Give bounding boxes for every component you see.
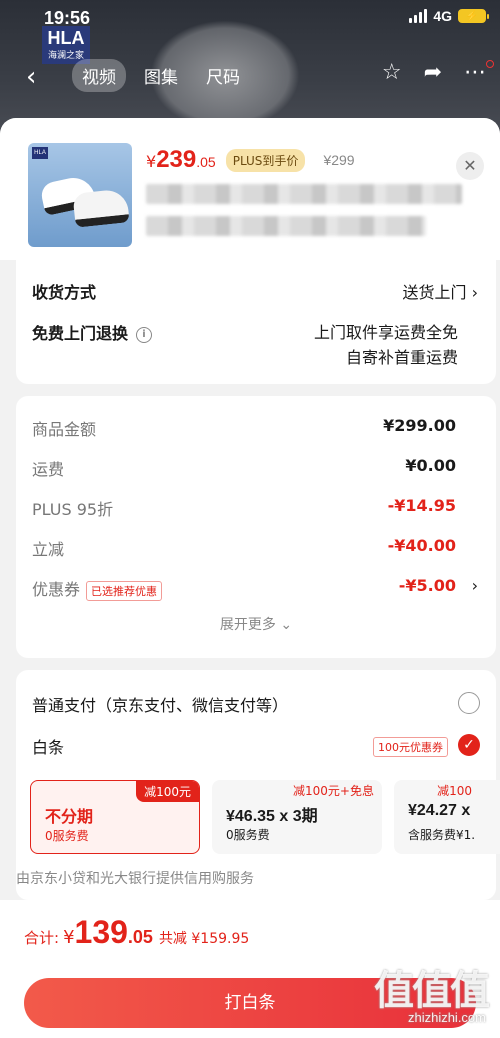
blurred-product-title-line2: [146, 216, 426, 236]
plan-main-text: ¥46.35 x 3期: [226, 808, 318, 825]
total-integer: 139: [74, 914, 128, 950]
blurred-product-title-line1: [146, 184, 462, 204]
shoe-image-right: [72, 188, 130, 228]
chevron-right-icon[interactable]: ›: [472, 576, 478, 595]
free-return-label: 免费上门退换 i: [32, 320, 153, 344]
price-detail-section: 商品金额 ¥299.00 运费 ¥0.00 PLUS 95折 -¥14.95 立…: [16, 396, 496, 658]
coupon-row-value[interactable]: -¥5.00: [399, 576, 456, 595]
coupon-recommended-tag: 已选推荐优惠: [86, 580, 163, 601]
normal-payment-label[interactable]: 普通支付（京东支付、微信支付等）: [32, 692, 288, 716]
media-tabs: 视频 图集 尺码: [68, 58, 260, 92]
status-indicators: 4G ⚡: [409, 8, 489, 24]
plan-main-text: 不分期: [45, 809, 94, 826]
plan-fee-text: 含服务费¥1.: [408, 828, 476, 842]
watermark-logo: 值值值: [374, 968, 490, 1014]
price-row-value: -¥14.95: [387, 496, 456, 515]
plan-fee-text: 0服务费: [226, 828, 270, 842]
plan-discount-badge: 减100元+免息: [293, 784, 374, 798]
expand-more-label: 展开更多: [219, 617, 276, 633]
normal-payment-radio[interactable]: [458, 692, 480, 714]
status-bar: 19:56 4G ⚡: [0, 0, 500, 40]
price-row-label: 运费: [32, 460, 65, 479]
order-total: 合计: ¥ 139 .05 共减 ¥159.95: [24, 914, 249, 951]
credit-provider-note: 由京东小贷和光大银行提供信用购服务: [16, 871, 254, 887]
signal-icon: [409, 9, 428, 23]
tab-size[interactable]: 尺码: [196, 59, 250, 92]
price-row-value: ¥299.00: [383, 416, 456, 435]
plan-fee-text: 0服务费: [45, 829, 89, 843]
price-row-label: 立减: [32, 540, 65, 559]
plus-price-tag: PLUS到手价: [225, 148, 306, 172]
coupon-row-label: 优惠券 已选推荐优惠: [32, 576, 163, 601]
tab-gallery[interactable]: 图集: [134, 59, 188, 92]
price-integer: 239: [156, 146, 197, 173]
star-icon[interactable]: ☆: [382, 60, 402, 85]
baitiao-label[interactable]: 白条: [32, 734, 64, 758]
price-row-label: PLUS 95折: [32, 500, 114, 519]
installment-plan-option[interactable]: 减100 ¥24.27 x 含服务费¥1.: [394, 780, 500, 854]
chevron-right-icon: ›: [471, 283, 478, 302]
total-label: 合计:: [24, 929, 60, 947]
site-watermark: 值值值 zhizhizhi.com: [348, 952, 490, 1032]
more-icon[interactable]: ⋯: [464, 60, 486, 85]
original-price: ¥299: [323, 152, 355, 168]
installment-plan-option[interactable]: 减100元 不分期 0服务费: [30, 780, 200, 854]
product-thumbnail[interactable]: HLA: [28, 143, 132, 247]
price-decimal: .05: [196, 154, 216, 170]
info-icon[interactable]: i: [136, 326, 153, 343]
installment-plan-option[interactable]: 减100元+免息 ¥46.35 x 3期 0服务费: [212, 780, 382, 854]
notification-dot: [486, 60, 494, 68]
price-row-value: -¥40.00: [387, 536, 456, 555]
shipping-section: 收货方式 送货上门 › 免费上门退换 i 上门取件享运费全免 自寄补首重运费: [16, 260, 496, 384]
close-icon[interactable]: ✕: [456, 152, 484, 180]
share-icon[interactable]: ➦: [424, 60, 442, 85]
total-saved: 共减 ¥159.95: [158, 931, 250, 947]
battery-charging-icon: ⚡: [458, 9, 489, 23]
tab-video[interactable]: 视频: [72, 58, 126, 92]
price-row-label: 商品金额: [32, 420, 97, 439]
header-actions: ☆ ➦ ⋯: [382, 60, 486, 85]
free-return-text: 免费上门退换: [32, 324, 129, 343]
watermark-url: zhizhizhi.com: [407, 1010, 486, 1025]
price-row-value: ¥0.00: [405, 456, 456, 475]
thumb-brand-logo: HLA: [32, 147, 48, 159]
shipping-method-text: 送货上门: [402, 283, 467, 302]
status-time: 19:56: [44, 8, 91, 28]
chevron-down-icon: ⌄: [280, 617, 293, 633]
expand-more-button[interactable]: 展开更多 ⌄: [16, 614, 496, 634]
total-decimal: .05: [127, 927, 153, 947]
plan-discount-badge: 减100元: [136, 781, 199, 802]
plan-discount-badge: 减100: [437, 784, 472, 798]
network-label: 4G: [433, 8, 452, 24]
return-line1: 上门取件享运费全免: [313, 323, 458, 342]
coupon-label-text: 优惠券: [32, 580, 81, 599]
product-price: ¥ 239 .05 PLUS到手价 ¥299: [146, 146, 355, 174]
baitiao-coupon-tag: 100元优惠券: [373, 737, 448, 757]
baitiao-radio-checked[interactable]: ✓: [458, 734, 480, 756]
product-summary: HLA ¥ 239 .05 PLUS到手价 ¥299 ✕: [0, 118, 500, 260]
total-symbol: ¥: [63, 927, 75, 948]
shipping-method-value[interactable]: 送货上门 ›: [402, 279, 478, 303]
return-line2: 自寄补首重运费: [345, 348, 458, 367]
shipping-method-label: 收货方式: [32, 283, 97, 302]
plan-main-text: ¥24.27 x: [408, 802, 471, 819]
price-symbol: ¥: [146, 152, 157, 171]
back-icon[interactable]: ‹: [26, 62, 36, 92]
